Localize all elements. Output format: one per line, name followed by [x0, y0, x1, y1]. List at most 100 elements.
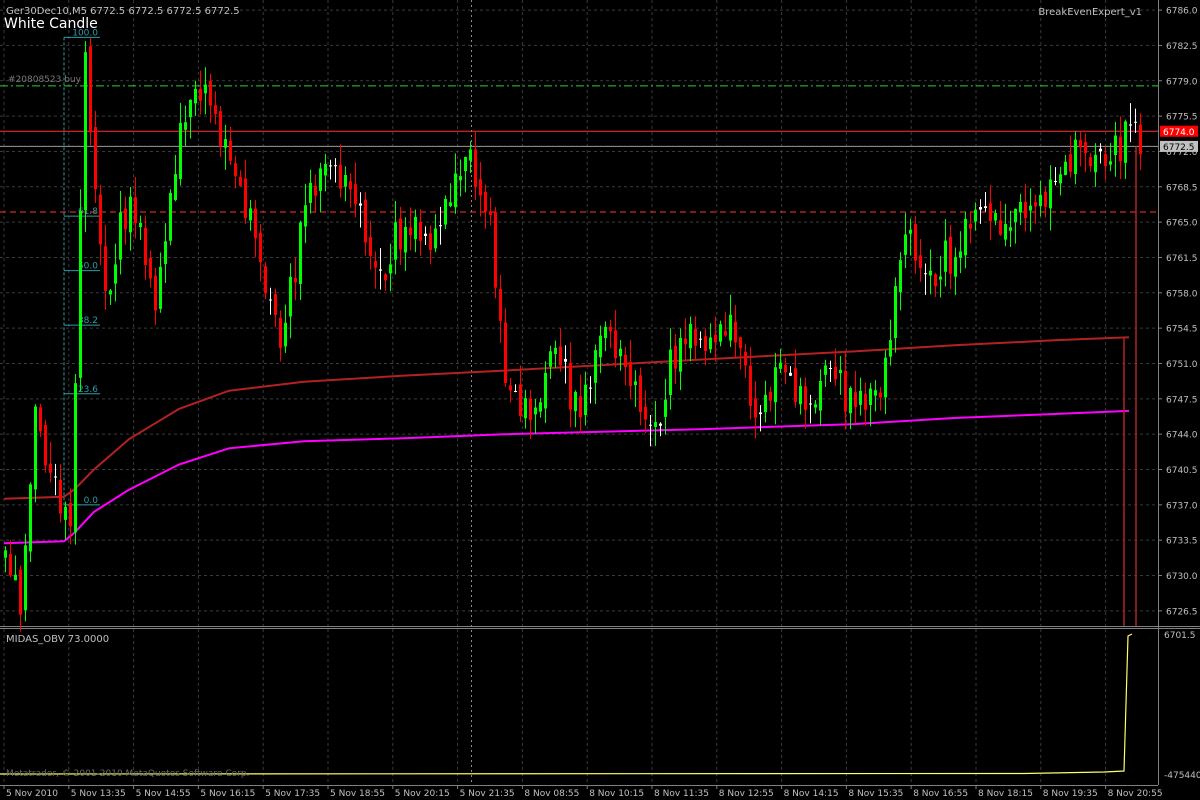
candle-body	[29, 484, 32, 552]
candle-body	[139, 222, 142, 228]
time-tick-label: 8 Nov 16:55	[913, 789, 968, 799]
candle-body	[1094, 154, 1097, 173]
candle-body	[179, 122, 182, 180]
candle-body	[1139, 124, 1142, 155]
candle-body	[799, 386, 802, 405]
candle-body	[924, 273, 927, 275]
candle-body	[764, 394, 767, 413]
indicator-axis-top: 6701.5	[1164, 631, 1196, 641]
price-tag-label: 6774.0	[1163, 128, 1195, 138]
candle-body	[369, 237, 372, 256]
candle-body	[529, 398, 532, 420]
candle-body	[614, 330, 617, 359]
candle-body	[4, 550, 7, 558]
candle-body	[454, 173, 457, 208]
candle-body	[919, 255, 922, 269]
candle-body	[989, 203, 992, 222]
candle-body	[524, 398, 527, 419]
candle-body	[429, 233, 432, 250]
candle-body	[469, 149, 472, 161]
candle-body	[319, 168, 322, 191]
candle-body	[344, 174, 347, 187]
candle-body	[789, 372, 792, 376]
candle-body	[549, 351, 552, 367]
candle-body	[424, 233, 427, 236]
candle-body	[389, 264, 392, 274]
candle-body	[739, 337, 742, 349]
candle-body	[1009, 227, 1012, 231]
candle-body	[644, 406, 647, 420]
candle-body	[779, 362, 782, 369]
candle-body	[209, 80, 212, 106]
candle-body	[109, 290, 112, 295]
indicator-axis-bottom: -475440	[1164, 771, 1200, 781]
candle-body	[199, 88, 202, 101]
candle-body	[609, 326, 612, 332]
main-chart[interactable]: 100.061.850.038.223.60.0 6786.06782.5677…	[0, 0, 1200, 800]
candle-body	[539, 402, 542, 412]
candle-body	[744, 351, 747, 366]
candle-body	[1039, 194, 1042, 207]
candle-body	[89, 46, 92, 133]
candle-body	[284, 322, 287, 347]
candle-body	[714, 334, 717, 343]
candle-body	[99, 194, 102, 245]
candle-body	[839, 369, 842, 374]
candle-body	[1064, 161, 1067, 175]
candle-body	[189, 99, 192, 118]
candle-body	[629, 361, 632, 386]
candle-body	[1074, 139, 1077, 174]
candle-body	[1044, 191, 1047, 207]
candle-body	[964, 218, 967, 256]
candle-body	[679, 337, 682, 372]
price-tag-label: 6772.5	[1163, 143, 1195, 153]
candle-body	[449, 202, 452, 207]
candle-body	[844, 370, 847, 412]
candle-body	[174, 174, 177, 200]
time-tick-label: 5 Nov 16:15	[200, 789, 255, 799]
candle-body	[879, 392, 882, 398]
candle-body	[974, 209, 977, 222]
candle-body	[709, 337, 712, 350]
candle-body	[859, 390, 862, 405]
candle-body	[84, 52, 87, 211]
time-tick-label: 5 Nov 17:35	[265, 789, 320, 799]
candle-body	[669, 349, 672, 395]
candle-body	[229, 140, 232, 161]
candle-body	[864, 393, 867, 410]
candle-body	[749, 365, 752, 406]
candle-body	[64, 506, 67, 520]
candle-body	[14, 574, 17, 581]
candle-body	[579, 396, 582, 418]
candle-body	[264, 266, 267, 294]
candle-body	[459, 176, 462, 181]
candle-body	[599, 335, 602, 358]
candle-body	[564, 358, 567, 362]
time-tick-label: 8 Nov 19:35	[1043, 789, 1098, 799]
candle-body	[154, 275, 157, 311]
candle-body	[444, 198, 447, 225]
candle-body	[664, 399, 667, 417]
candle-body	[959, 251, 962, 258]
time-tick-label: 5 Nov 13:35	[71, 789, 126, 799]
candle-body	[204, 84, 207, 94]
candle-body	[499, 289, 502, 321]
candle-body	[299, 222, 302, 284]
candle-body	[659, 423, 662, 426]
candle-body	[219, 111, 222, 147]
candle-body	[804, 386, 807, 410]
candle-body	[724, 331, 727, 336]
candle-body	[554, 347, 557, 355]
candle-body	[164, 241, 167, 264]
candle-body	[214, 105, 217, 115]
candle-body	[949, 236, 952, 274]
candle-body	[339, 164, 342, 189]
price-tick-label: 6730.0	[1166, 572, 1198, 582]
candle-body	[759, 412, 762, 415]
candle-body	[834, 366, 837, 380]
expert-name[interactable]: BreakEvenExpert_v1	[1038, 7, 1142, 18]
candle-body	[34, 406, 37, 490]
candle-body	[24, 545, 27, 611]
candle-body	[589, 387, 592, 389]
candle-body	[39, 407, 42, 432]
